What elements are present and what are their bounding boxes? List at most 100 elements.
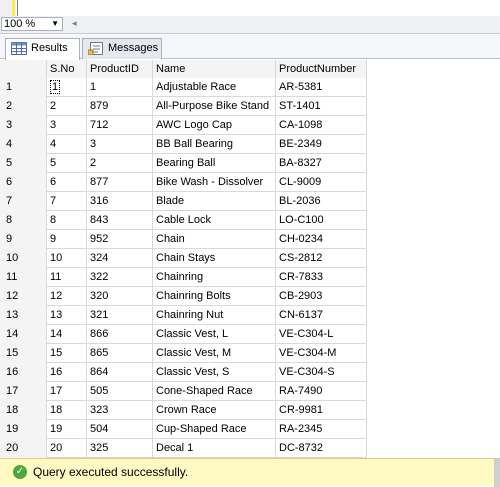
cell-sno[interactable]: 3 [47, 116, 87, 135]
table-row[interactable]: 2 2 879 All-Purpose Bike Stand ST-1401 [0, 97, 367, 116]
row-header[interactable]: 18 [0, 401, 47, 420]
cell-name[interactable]: Cone-Shaped Race [153, 382, 276, 401]
row-header[interactable]: 8 [0, 211, 47, 230]
table-row[interactable]: 16 16 864 Classic Vest, S VE-C304-S [0, 363, 367, 382]
cell-productnumber[interactable]: CL-9009 [276, 173, 367, 192]
cell-sno[interactable]: 19 [47, 420, 87, 439]
cell-productnumber[interactable]: CN-6137 [276, 306, 367, 325]
row-header[interactable]: 4 [0, 135, 47, 154]
cell-productnumber[interactable]: RA-2345 [276, 420, 367, 439]
table-row[interactable]: 7 7 316 Blade BL-2036 [0, 192, 367, 211]
cell-productnumber[interactable]: CA-1098 [276, 116, 367, 135]
cell-name[interactable]: Chainring Bolts [153, 287, 276, 306]
zoom-select[interactable]: 100 % ▼ [1, 17, 63, 31]
cell-productnumber[interactable]: ST-1401 [276, 97, 367, 116]
row-header-corner[interactable] [0, 60, 47, 78]
table-row[interactable]: 20 20 325 Decal 1 DC-8732 [0, 439, 367, 458]
cell-productnumber[interactable]: BL-2036 [276, 192, 367, 211]
cell-name[interactable]: Bearing Ball [153, 154, 276, 173]
cell-name[interactable]: Chain Stays [153, 249, 276, 268]
cell-productnumber[interactable]: BA-8327 [276, 154, 367, 173]
cell-productnumber[interactable]: CH-0234 [276, 230, 367, 249]
table-row[interactable]: 13 13 321 Chainring Nut CN-6137 [0, 306, 367, 325]
table-row[interactable]: 18 18 323 Crown Race CR-9981 [0, 401, 367, 420]
row-header[interactable]: 20 [0, 439, 47, 458]
cell-productnumber[interactable]: CB-2903 [276, 287, 367, 306]
results-grid[interactable]: S.No ProductID Name ProductNumber 1 1 1 Adj… [0, 60, 367, 458]
row-header[interactable]: 12 [0, 287, 47, 306]
cell-sno[interactable]: 1 [47, 78, 87, 97]
cell-name[interactable]: Bike Wash - Dissolver [153, 173, 276, 192]
cell-name[interactable]: Decal 1 [153, 439, 276, 458]
cell-sno[interactable]: 7 [47, 192, 87, 211]
cell-productid[interactable]: 877 [87, 173, 153, 192]
cell-productnumber[interactable]: CR-9981 [276, 401, 367, 420]
cell-productnumber[interactable]: BE-2349 [276, 135, 367, 154]
cell-name[interactable]: Crown Race [153, 401, 276, 420]
cell-name[interactable]: Cable Lock [153, 211, 276, 230]
cell-productid[interactable]: 712 [87, 116, 153, 135]
column-header-sno[interactable]: S.No [47, 60, 87, 78]
table-row[interactable]: 9 9 952 Chain CH-0234 [0, 230, 367, 249]
cell-sno[interactable]: 18 [47, 401, 87, 420]
cell-name[interactable]: Classic Vest, S [153, 363, 276, 382]
cell-productid[interactable]: 505 [87, 382, 153, 401]
cell-productid[interactable]: 952 [87, 230, 153, 249]
cell-sno[interactable]: 17 [47, 382, 87, 401]
cell-name[interactable]: Classic Vest, L [153, 325, 276, 344]
table-row[interactable]: 12 12 320 Chainring Bolts CB-2903 [0, 287, 367, 306]
cell-productid[interactable]: 865 [87, 344, 153, 363]
cell-productnumber[interactable]: VE-C304-L [276, 325, 367, 344]
cell-productnumber[interactable]: CR-7833 [276, 268, 367, 287]
cell-productid[interactable]: 321 [87, 306, 153, 325]
cell-productid[interactable]: 325 [87, 439, 153, 458]
query-editor-strip[interactable] [0, 0, 500, 16]
table-row[interactable]: 1 1 1 Adjustable Race AR-5381 [0, 78, 367, 97]
column-header-productnumber[interactable]: ProductNumber [276, 60, 367, 78]
cell-name[interactable]: Classic Vest, M [153, 344, 276, 363]
row-header[interactable]: 11 [0, 268, 47, 287]
cell-productid[interactable]: 2 [87, 154, 153, 173]
cell-name[interactable]: All-Purpose Bike Stand [153, 97, 276, 116]
cell-sno[interactable]: 16 [47, 363, 87, 382]
table-row[interactable]: 4 4 3 BB Ball Bearing BE-2349 [0, 135, 367, 154]
cell-productid[interactable]: 324 [87, 249, 153, 268]
cell-productnumber[interactable]: CS-2812 [276, 249, 367, 268]
cell-sno[interactable]: 2 [47, 97, 87, 116]
table-row[interactable]: 17 17 505 Cone-Shaped Race RA-7490 [0, 382, 367, 401]
table-row[interactable]: 6 6 877 Bike Wash - Dissolver CL-9009 [0, 173, 367, 192]
row-header[interactable]: 2 [0, 97, 47, 116]
table-row[interactable]: 11 11 322 Chainring CR-7833 [0, 268, 367, 287]
cell-name[interactable]: Chainring Nut [153, 306, 276, 325]
cell-sno[interactable]: 13 [47, 306, 87, 325]
cell-productid[interactable]: 3 [87, 135, 153, 154]
column-header-productid[interactable]: ProductID [87, 60, 153, 78]
cell-productid[interactable]: 323 [87, 401, 153, 420]
row-header[interactable]: 14 [0, 325, 47, 344]
table-row[interactable]: 10 10 324 Chain Stays CS-2812 [0, 249, 367, 268]
cell-productnumber[interactable]: LO-C100 [276, 211, 367, 230]
cell-productnumber[interactable]: VE-C304-M [276, 344, 367, 363]
cell-name[interactable]: Chainring [153, 268, 276, 287]
cell-productnumber[interactable]: DC-8732 [276, 439, 367, 458]
cell-productid[interactable]: 1 [87, 78, 153, 97]
cell-sno[interactable]: 8 [47, 211, 87, 230]
row-header[interactable]: 15 [0, 344, 47, 363]
cell-productid[interactable]: 879 [87, 97, 153, 116]
table-row[interactable]: 5 5 2 Bearing Ball BA-8327 [0, 154, 367, 173]
table-row[interactable]: 14 14 866 Classic Vest, L VE-C304-L [0, 325, 367, 344]
row-header[interactable]: 5 [0, 154, 47, 173]
row-header[interactable]: 17 [0, 382, 47, 401]
cell-productnumber[interactable]: VE-C304-S [276, 363, 367, 382]
table-row[interactable]: 15 15 865 Classic Vest, M VE-C304-M [0, 344, 367, 363]
cell-productid[interactable]: 864 [87, 363, 153, 382]
cell-sno[interactable]: 9 [47, 230, 87, 249]
cell-productid[interactable]: 320 [87, 287, 153, 306]
cell-sno[interactable]: 5 [47, 154, 87, 173]
cell-name[interactable]: Chain [153, 230, 276, 249]
cell-sno[interactable]: 20 [47, 439, 87, 458]
cell-productnumber[interactable]: RA-7490 [276, 382, 367, 401]
cell-name[interactable]: Cup-Shaped Race [153, 420, 276, 439]
row-header[interactable]: 9 [0, 230, 47, 249]
row-header[interactable]: 19 [0, 420, 47, 439]
